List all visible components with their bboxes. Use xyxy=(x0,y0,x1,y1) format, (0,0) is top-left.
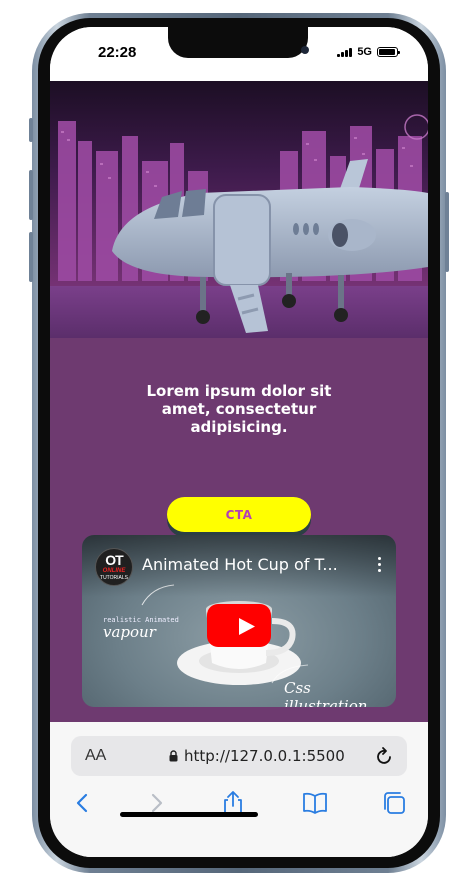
back-icon[interactable] xyxy=(70,790,96,816)
annotation-css-illustration: Css illustration xyxy=(284,679,368,707)
video-title[interactable]: Animated Hot Cup of T... xyxy=(142,555,360,574)
tabs-icon[interactable] xyxy=(381,790,407,816)
annotation-vapour: vapour xyxy=(103,623,156,641)
content-section: Lorem ipsum dolor sit amet, consectetur … xyxy=(50,338,428,722)
cta-button[interactable]: CTA xyxy=(167,497,311,532)
notch xyxy=(168,27,309,58)
signal-icon xyxy=(337,47,353,57)
volume-down-button xyxy=(29,232,33,282)
lock-icon xyxy=(169,750,178,762)
reload-icon[interactable] xyxy=(375,746,393,766)
text-size-button[interactable]: AA xyxy=(85,747,106,765)
browser-toolbar: AA http://127.0.0.1:5500 xyxy=(50,722,428,857)
url-text[interactable]: http://127.0.0.1:5500 xyxy=(184,747,345,765)
silent-switch xyxy=(29,118,33,142)
status-bar: 22:28 5G xyxy=(50,27,428,81)
channel-logo-tutorials: TUTORIALS xyxy=(100,575,128,581)
phone-screen: 22:28 5G Lorem ipsum dolor sit amet, con… xyxy=(50,27,428,857)
bookmarks-icon[interactable] xyxy=(302,790,328,816)
status-indicators: 5G xyxy=(337,46,400,58)
network-label: 5G xyxy=(357,46,372,58)
channel-logo[interactable]: OT ONLINE TUTORIALS xyxy=(95,548,133,586)
play-icon xyxy=(239,618,255,635)
home-indicator xyxy=(120,812,258,817)
play-button[interactable] xyxy=(207,604,271,647)
status-time: 22:28 xyxy=(98,44,137,61)
headline-text: Lorem ipsum dolor sit amet, consectetur … xyxy=(146,382,332,436)
address-bar[interactable]: AA http://127.0.0.1:5500 xyxy=(71,736,407,776)
power-button xyxy=(445,192,449,272)
youtube-embed[interactable]: OT ONLINE TUTORIALS Animated Hot Cup of … xyxy=(82,535,396,707)
camera-dot xyxy=(301,46,309,54)
volume-up-button xyxy=(29,170,33,220)
more-options-icon[interactable] xyxy=(376,557,382,572)
hero-image xyxy=(50,81,428,338)
battery-icon xyxy=(377,47,400,57)
hero-jet-illustration xyxy=(50,81,428,338)
channel-logo-online: ONLINE xyxy=(102,568,126,574)
channel-logo-ot: OT xyxy=(105,552,123,568)
